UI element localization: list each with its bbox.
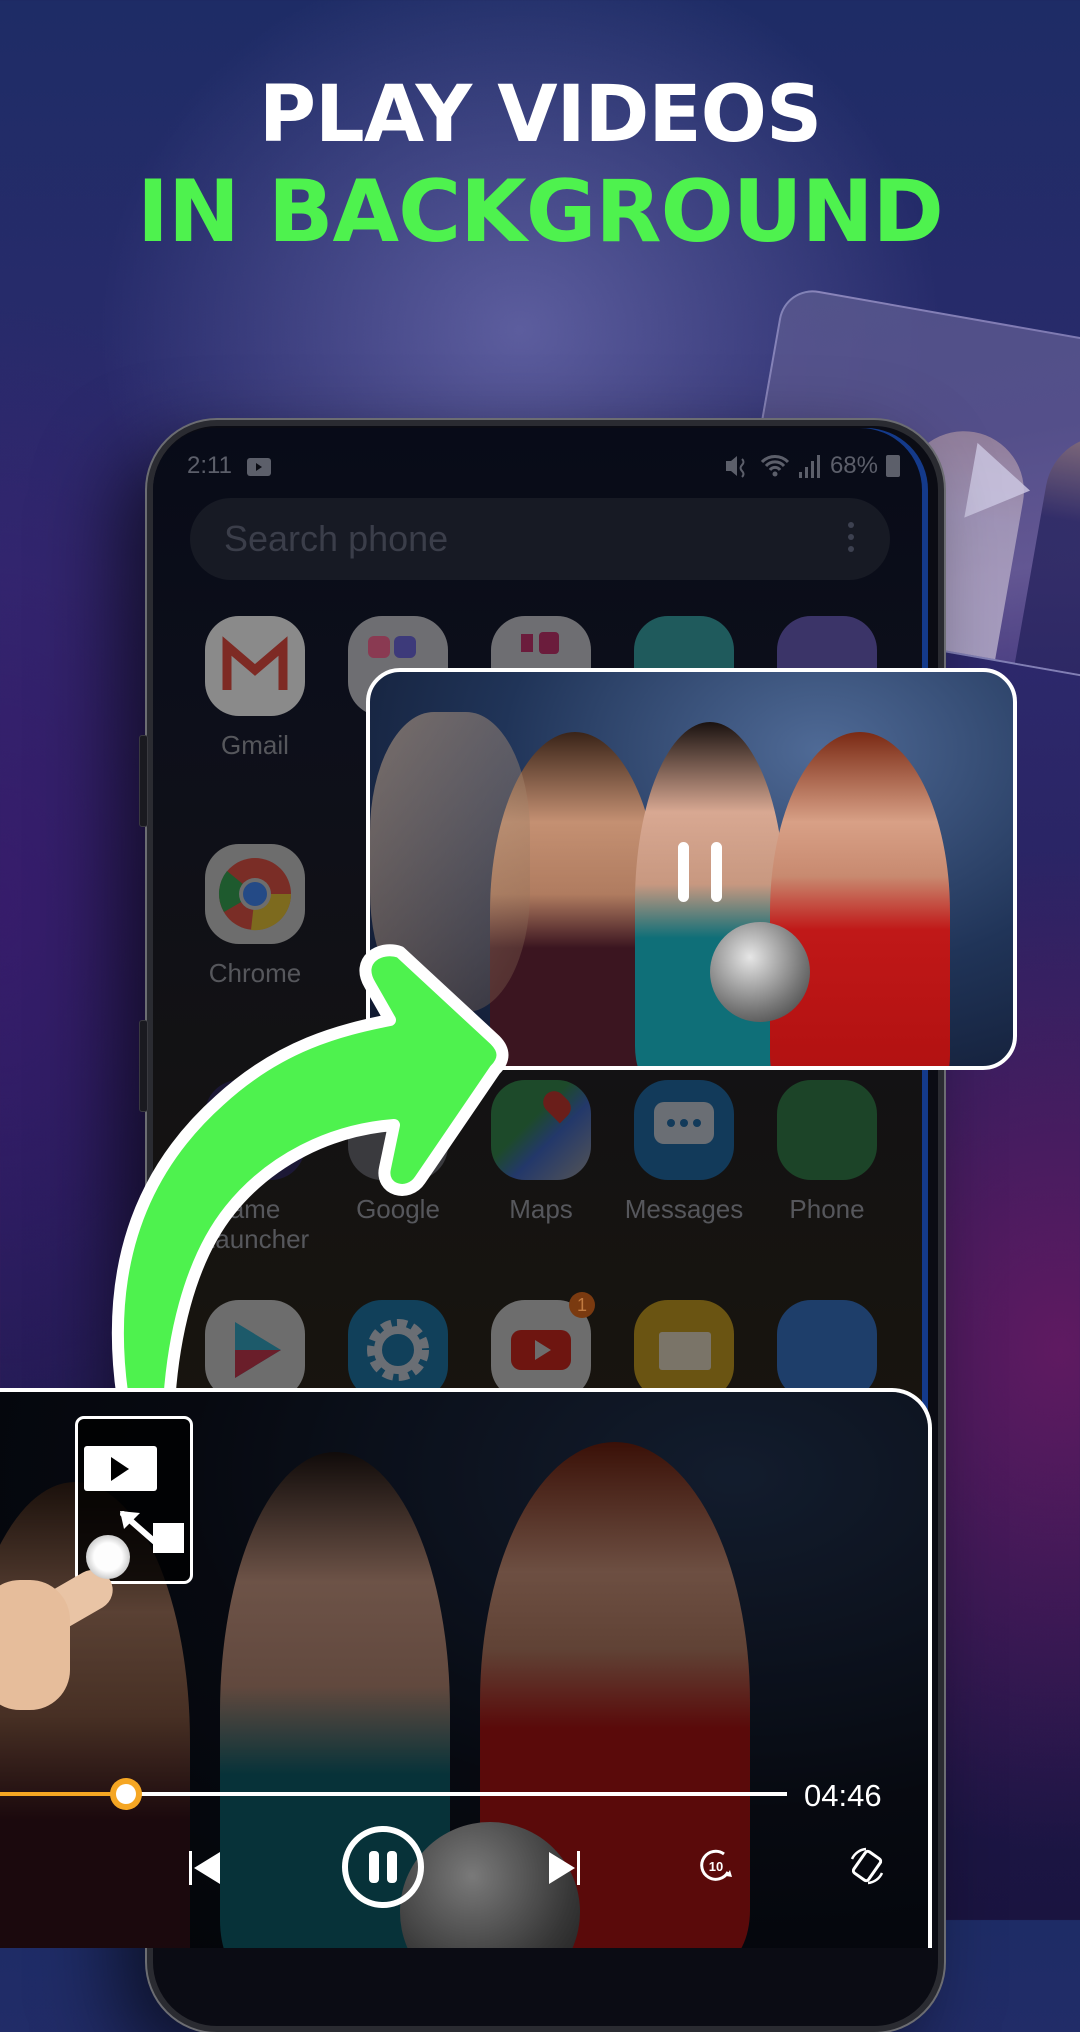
- app-phone[interactable]: Phone: [762, 1080, 892, 1224]
- app-messages[interactable]: Messages: [619, 1080, 749, 1224]
- app-game-launcher[interactable]: ame Launcher: [190, 1080, 320, 1254]
- app-label: Gmail: [221, 730, 289, 760]
- play-pause-button[interactable]: [341, 1825, 425, 1909]
- app-label: ame Launcher: [200, 1194, 310, 1254]
- touch-indicator: [86, 1535, 130, 1579]
- app-chrome[interactable]: Chrome: [190, 844, 320, 988]
- calculator-icon: [777, 1300, 877, 1400]
- game-launcher-icon: [205, 1080, 305, 1180]
- skip-previous-icon: [189, 1851, 220, 1885]
- signal-icon: [798, 455, 820, 478]
- video-scene: [770, 732, 950, 1066]
- app-label: Phone: [789, 1194, 865, 1224]
- battery-percent: 68%: [829, 452, 878, 479]
- status-bar: 2:11 68%: [187, 452, 900, 482]
- hand-pointer: [0, 1580, 70, 1710]
- notification-badge: 1: [569, 1292, 595, 1318]
- mute-vibrate-icon: [725, 456, 745, 478]
- svg-text:10: 10: [709, 1859, 723, 1874]
- status-time: 2:11: [187, 452, 232, 479]
- files-icon: [634, 1300, 734, 1400]
- search-placeholder: Search phone: [224, 518, 449, 559]
- app-play-store[interactable]: [190, 1300, 320, 1400]
- seek-bar-progress: [0, 1792, 126, 1796]
- rotate-screen-button[interactable]: [846, 1845, 888, 1887]
- app-gmail[interactable]: Gmail: [190, 616, 320, 760]
- screen-rotation-icon: [850, 1847, 884, 1885]
- play-icon: [964, 442, 1037, 529]
- next-button[interactable]: [543, 1850, 581, 1886]
- app-label: Chrome: [208, 958, 302, 988]
- total-time: 04:46: [804, 1778, 882, 1813]
- app-label: Messages: [624, 1194, 744, 1224]
- video-scene: [710, 922, 810, 1022]
- wifi-icon: [760, 455, 790, 477]
- replay-10-button[interactable]: 10: [698, 1848, 736, 1884]
- replay-10-icon: 10: [700, 1849, 732, 1881]
- messages-icon: [634, 1080, 734, 1180]
- app-label: Google: [356, 1194, 440, 1224]
- app-calculator[interactable]: [762, 1300, 892, 1400]
- youtube-notification-icon: [247, 458, 271, 476]
- settings-icon: [348, 1300, 448, 1400]
- app-settings[interactable]: [333, 1300, 463, 1400]
- phone-side-button: [139, 1020, 148, 1112]
- mini-window-icon: [153, 1523, 184, 1553]
- youtube-icon: 1: [491, 1292, 595, 1400]
- play-store-icon: [205, 1300, 305, 1400]
- pause-icon: [342, 1826, 424, 1908]
- more-vertical-icon[interactable]: [848, 522, 854, 558]
- video-scene: [370, 712, 530, 1012]
- battery-icon: [886, 455, 900, 477]
- gmail-icon: [205, 616, 305, 716]
- phone-side-button: [139, 735, 148, 827]
- app-youtube[interactable]: 1: [476, 1292, 606, 1400]
- app-google[interactable]: Google: [333, 1080, 463, 1224]
- headline-line-1: PLAY VIDEOS: [258, 70, 822, 160]
- search-phone-bar[interactable]: Search phone: [190, 498, 890, 580]
- chrome-icon: [205, 844, 305, 944]
- pause-icon[interactable]: [678, 842, 722, 902]
- maps-icon: [491, 1080, 591, 1180]
- previous-button[interactable]: [188, 1850, 226, 1886]
- app-files[interactable]: [619, 1300, 749, 1400]
- phone-dialer-icon: [777, 1080, 877, 1180]
- headline-line-2: IN BACKGROUND: [137, 162, 944, 262]
- play-icon: [84, 1446, 157, 1491]
- google-icon: [348, 1080, 448, 1180]
- app-label: Maps: [509, 1194, 573, 1224]
- pip-video-window[interactable]: [366, 668, 1017, 1070]
- skip-next-icon: [549, 1851, 580, 1885]
- app-maps[interactable]: Maps: [476, 1080, 606, 1224]
- seek-bar-thumb[interactable]: [110, 1778, 142, 1810]
